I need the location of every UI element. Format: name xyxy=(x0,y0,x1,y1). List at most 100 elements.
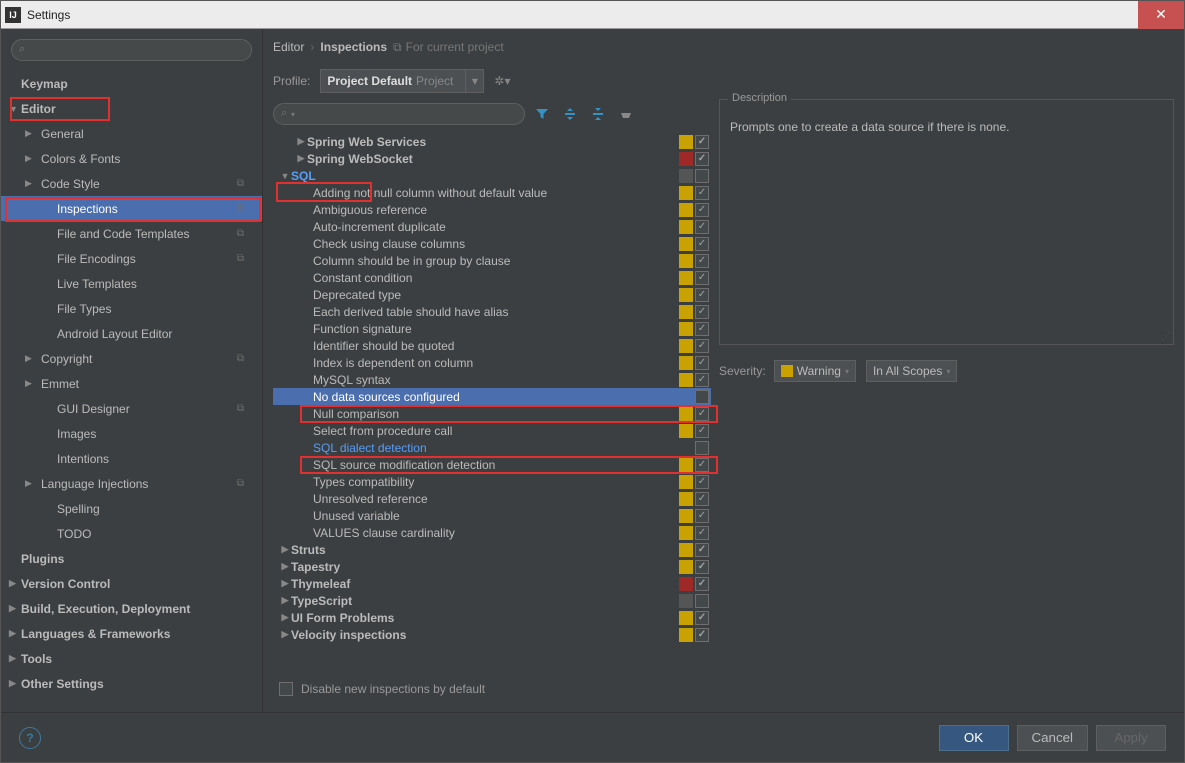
severity-combo[interactable]: Warning ▾ xyxy=(774,360,856,382)
expand-all-icon[interactable] xyxy=(559,103,581,125)
inspection-item[interactable]: SQL dialect detection xyxy=(273,439,711,456)
checkbox[interactable]: ✓ xyxy=(695,628,709,642)
inspection-item[interactable]: Adding not null column without default v… xyxy=(273,184,711,201)
inspection-item[interactable]: Unresolved reference✓ xyxy=(273,490,711,507)
inspection-item[interactable]: Types compatibility✓ xyxy=(273,473,711,490)
sidebar-item[interactable]: ▶Version Control xyxy=(1,571,262,596)
checkbox[interactable] xyxy=(695,169,709,183)
inspection-category[interactable]: ▶Struts✓ xyxy=(273,541,711,558)
profile-combo[interactable]: Project Default Project xyxy=(320,69,466,93)
checkbox[interactable]: ✓ xyxy=(695,271,709,285)
inspection-category[interactable]: ▶Spring WebSocket✓ xyxy=(273,150,711,167)
sidebar-item[interactable]: ▶Other Settings xyxy=(1,671,262,696)
inspection-item[interactable]: Constant condition✓ xyxy=(273,269,711,286)
checkbox[interactable]: ✓ xyxy=(695,509,709,523)
inspection-item[interactable]: Index is dependent on column✓ xyxy=(273,354,711,371)
inspection-filter-input[interactable] xyxy=(273,103,525,125)
sidebar-item[interactable]: ▶Language Injections⧉ xyxy=(1,471,262,496)
checkbox[interactable]: ✓ xyxy=(695,543,709,557)
inspection-item[interactable]: No data sources configured xyxy=(273,388,711,405)
sidebar-item[interactable]: File Encodings⧉ xyxy=(1,246,262,271)
checkbox[interactable]: ✓ xyxy=(695,611,709,625)
sidebar-item[interactable]: Inspections⧉ xyxy=(1,196,262,221)
sidebar-item[interactable]: ▶Colors & Fonts xyxy=(1,146,262,171)
inspection-item[interactable]: Ambiguous reference✓ xyxy=(273,201,711,218)
inspection-category[interactable]: ▶Thymeleaf✓ xyxy=(273,575,711,592)
checkbox[interactable] xyxy=(695,390,709,404)
checkbox[interactable]: ✓ xyxy=(695,339,709,353)
help-button[interactable]: ? xyxy=(19,727,41,749)
checkbox[interactable]: ✓ xyxy=(695,186,709,200)
checkbox[interactable]: ✓ xyxy=(695,356,709,370)
ok-button[interactable]: OK xyxy=(939,725,1009,751)
inspection-tree[interactable]: ▶Spring Web Services✓▶Spring WebSocket✓▼… xyxy=(273,133,711,676)
checkbox[interactable]: ✓ xyxy=(695,237,709,251)
inspection-item[interactable]: Deprecated type✓ xyxy=(273,286,711,303)
sidebar-item[interactable]: Plugins xyxy=(1,546,262,571)
checkbox[interactable] xyxy=(695,594,709,608)
cancel-button[interactable]: Cancel xyxy=(1017,725,1089,751)
inspection-item[interactable]: Select from procedure call✓ xyxy=(273,422,711,439)
settings-search-input[interactable] xyxy=(11,39,252,61)
sidebar-item[interactable]: GUI Designer⧉ xyxy=(1,396,262,421)
checkbox[interactable]: ✓ xyxy=(695,458,709,472)
checkbox[interactable]: ✓ xyxy=(695,526,709,540)
inspection-item[interactable]: Auto-increment duplicate✓ xyxy=(273,218,711,235)
disable-new-row[interactable]: Disable new inspections by default xyxy=(273,676,711,702)
sidebar-item[interactable]: TODO xyxy=(1,521,262,546)
checkbox[interactable]: ✓ xyxy=(695,152,709,166)
inspection-item[interactable]: Unused variable✓ xyxy=(273,507,711,524)
sidebar-item[interactable]: ▶General xyxy=(1,121,262,146)
checkbox[interactable]: ✓ xyxy=(695,424,709,438)
inspection-item[interactable]: Identifier should be quoted✓ xyxy=(273,337,711,354)
sidebar-item[interactable]: Intentions xyxy=(1,446,262,471)
checkbox[interactable]: ✓ xyxy=(695,254,709,268)
sidebar-item[interactable]: File Types xyxy=(1,296,262,321)
inspection-item[interactable]: Each derived table should have alias✓ xyxy=(273,303,711,320)
gear-icon[interactable]: ✲▾ xyxy=(494,74,510,88)
checkbox[interactable]: ✓ xyxy=(695,492,709,506)
inspection-category[interactable]: ▶UI Form Problems✓ xyxy=(273,609,711,626)
checkbox[interactable]: ✓ xyxy=(695,577,709,591)
close-button[interactable]: ✕ xyxy=(1138,1,1184,29)
inspection-item[interactable]: MySQL syntax✓ xyxy=(273,371,711,388)
sidebar-item[interactable]: File and Code Templates⧉ xyxy=(1,221,262,246)
inspection-category[interactable]: ▶Velocity inspections✓ xyxy=(273,626,711,643)
inspection-category[interactable]: ▶Tapestry✓ xyxy=(273,558,711,575)
sidebar-item[interactable]: Live Templates xyxy=(1,271,262,296)
reset-icon[interactable] xyxy=(615,103,637,125)
scope-combo[interactable]: In All Scopes ▾ xyxy=(866,360,957,382)
resize-grip-icon[interactable]: ⋰ xyxy=(1161,331,1171,342)
sidebar-item[interactable]: ▶Tools xyxy=(1,646,262,671)
checkbox[interactable]: ✓ xyxy=(695,407,709,421)
filter-icon[interactable] xyxy=(531,103,553,125)
sidebar-item[interactable]: ▶Build, Execution, Deployment xyxy=(1,596,262,621)
checkbox[interactable]: ✓ xyxy=(695,560,709,574)
checkbox[interactable]: ✓ xyxy=(695,203,709,217)
checkbox[interactable]: ✓ xyxy=(695,135,709,149)
inspection-item[interactable]: Column should be in group by clause✓ xyxy=(273,252,711,269)
checkbox[interactable]: ✓ xyxy=(695,288,709,302)
sidebar-item[interactable]: Spelling xyxy=(1,496,262,521)
checkbox[interactable] xyxy=(695,441,709,455)
inspection-category[interactable]: ▼SQL xyxy=(273,167,711,184)
sidebar-item[interactable]: Android Layout Editor xyxy=(1,321,262,346)
checkbox[interactable]: ✓ xyxy=(695,220,709,234)
inspection-item[interactable]: SQL source modification detection✓ xyxy=(273,456,711,473)
sidebar-item[interactable]: Keymap xyxy=(1,71,262,96)
sidebar-item[interactable]: ▶Emmet xyxy=(1,371,262,396)
apply-button[interactable]: Apply xyxy=(1096,725,1166,751)
inspection-item[interactable]: Null comparison✓ xyxy=(273,405,711,422)
sidebar-item[interactable]: ▶Copyright⧉ xyxy=(1,346,262,371)
checkbox[interactable]: ✓ xyxy=(695,322,709,336)
sidebar-item[interactable]: Images xyxy=(1,421,262,446)
checkbox[interactable]: ✓ xyxy=(695,373,709,387)
collapse-all-icon[interactable] xyxy=(587,103,609,125)
profile-combo-arrow[interactable]: ▾ xyxy=(466,69,484,93)
checkbox[interactable]: ✓ xyxy=(695,305,709,319)
sidebar-item[interactable]: ▼Editor xyxy=(1,96,262,121)
inspection-item[interactable]: Function signature✓ xyxy=(273,320,711,337)
inspection-category[interactable]: ▶TypeScript xyxy=(273,592,711,609)
settings-tree[interactable]: Keymap▼Editor▶General▶Colors & Fonts▶Cod… xyxy=(1,67,262,712)
checkbox[interactable]: ✓ xyxy=(695,475,709,489)
